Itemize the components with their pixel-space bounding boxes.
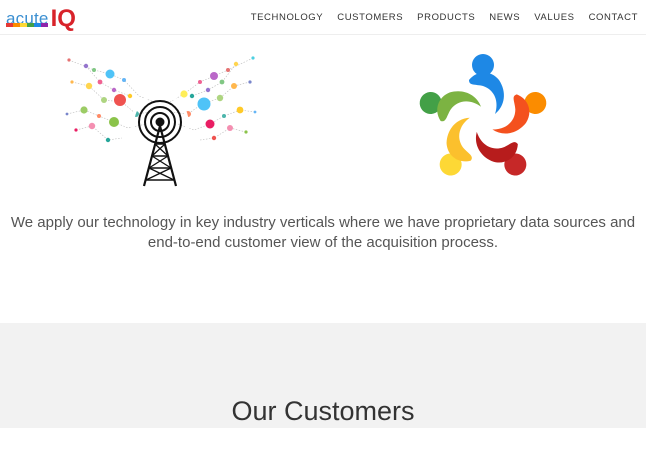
nav-values[interactable]: VALUES [534,12,574,23]
nav-technology[interactable]: TECHNOLOGY [251,12,324,23]
acuteiq-logo[interactable]: acute IQ [6,3,76,31]
top-navbar: acute IQ TECHNOLOGY CUSTOMERS PRODUCTS N… [0,0,646,35]
intro-text: We apply our technology in key industry … [10,214,636,251]
logo-iq-text: IQ [50,5,76,32]
team-circle-illustration [419,54,547,176]
nav-customers[interactable]: CUSTOMERS [337,12,403,23]
main-nav: TECHNOLOGY CUSTOMERS PRODUCTS NEWS VALUE… [251,12,638,23]
nav-news[interactable]: NEWS [489,12,520,23]
logo-color-bar [6,23,48,27]
data-tower-illustration [65,56,257,187]
nav-contact[interactable]: CONTACT [589,12,638,23]
page-bottom-area [0,428,646,475]
nav-products[interactable]: PRODUCTS [417,12,475,23]
section-title-customers: Our Customers [231,396,415,426]
